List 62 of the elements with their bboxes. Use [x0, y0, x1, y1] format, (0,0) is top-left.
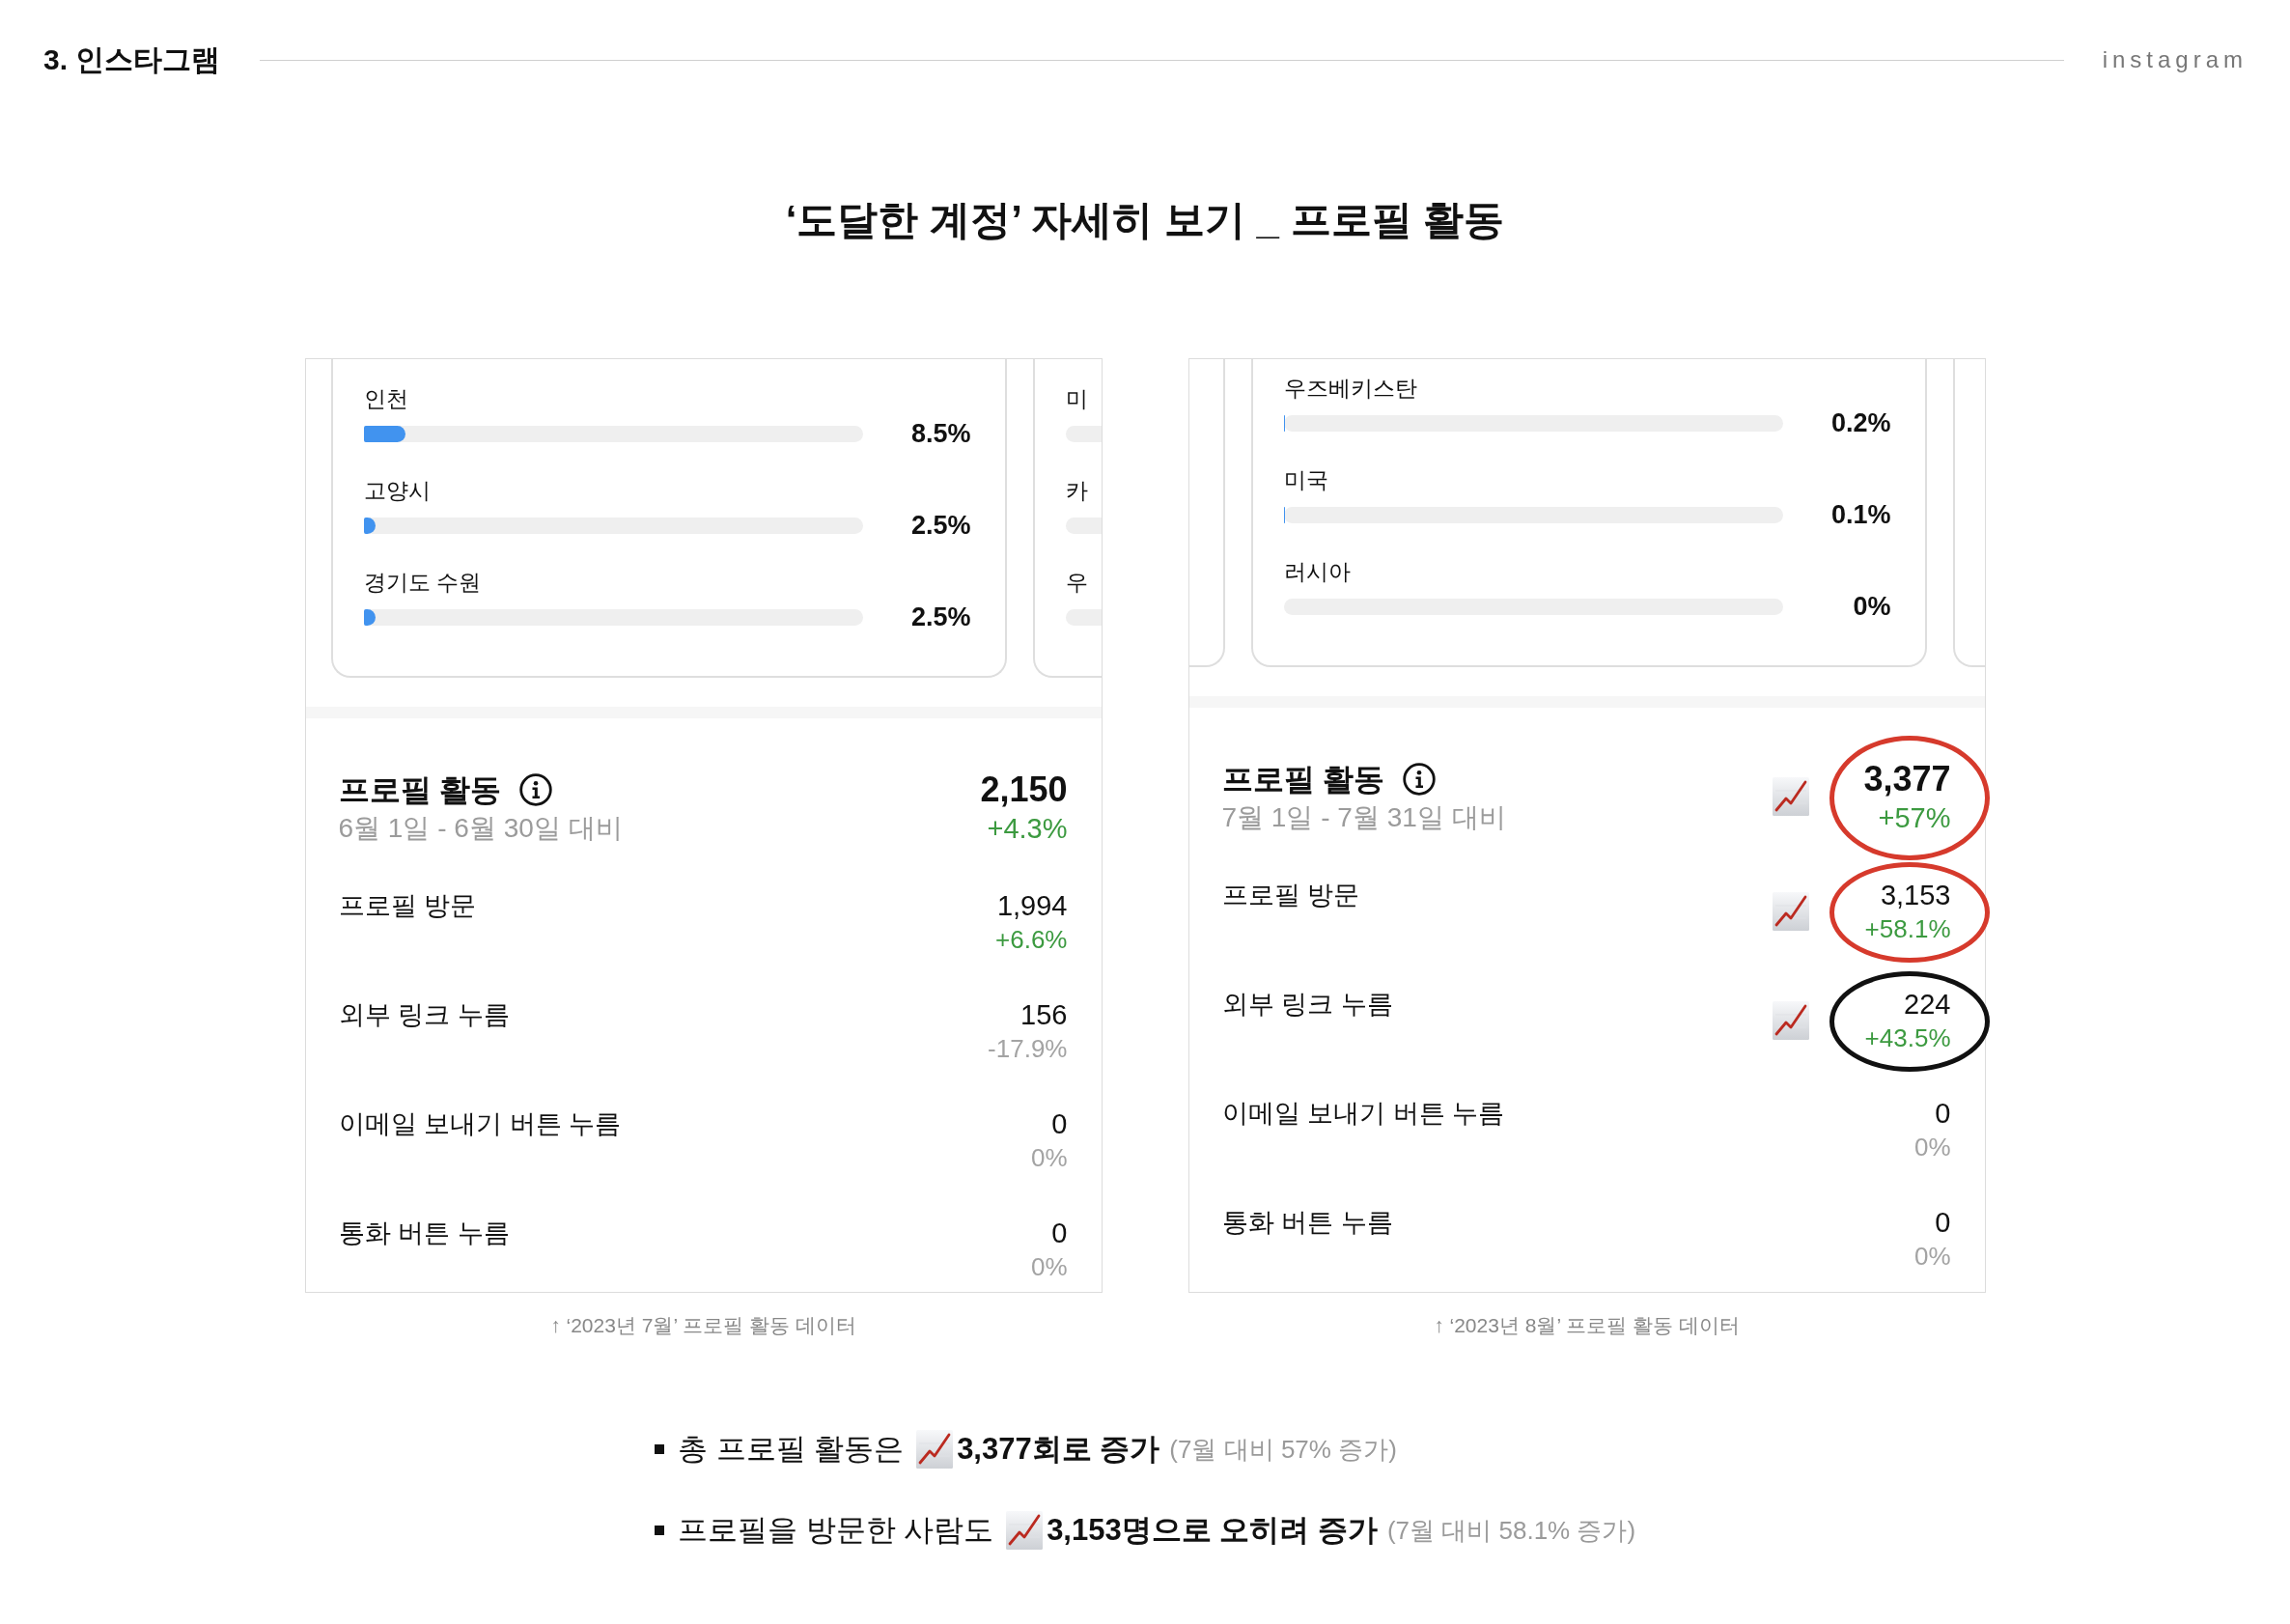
- percent-value: 2.5%: [909, 510, 971, 541]
- change-value: 0%: [1913, 1241, 1951, 1273]
- figure-caption: ↑ ‘2023년 7월’ 프로필 활동 데이터: [550, 1313, 856, 1338]
- total-value: 3,377: [1863, 758, 1951, 800]
- location-label: 인천: [363, 385, 408, 413]
- bullet-icon: [654, 1526, 664, 1535]
- change-value: +6.6%: [995, 924, 1068, 956]
- metric-label: 이메일 보내기 버튼 누름: [1221, 1098, 1505, 1130]
- page-title: ‘도달한 계정’ 자세히 보기 _ 프로필 활동: [785, 196, 1505, 244]
- metric-value: 1,994: [996, 889, 1068, 923]
- metric-value: 156: [1020, 998, 1068, 1032]
- figure-caption: ↑ ‘2023년 8월’ 프로필 활동 데이터: [1434, 1313, 1740, 1338]
- percent-value: 8.5%: [909, 418, 971, 449]
- metric-value: 0: [1051, 1107, 1068, 1141]
- change-value: +57%: [1878, 801, 1951, 835]
- change-value: +58.1%: [1864, 913, 1951, 945]
- change-value: +4.3%: [987, 812, 1068, 846]
- location-label: 우즈베키스탄: [1283, 375, 1417, 403]
- metric-label: 외부 링크 누름: [1221, 989, 1394, 1021]
- summary-text: 프로필을 방문한 사람도: [677, 1512, 994, 1549]
- metric-title: 프로필 활동: [1221, 761, 1385, 798]
- change-value: 0%: [1030, 1251, 1068, 1283]
- location-label: 고양시: [363, 477, 431, 505]
- location-label: 미: [1065, 385, 1088, 413]
- metric-title: 프로필 활동: [338, 771, 502, 809]
- note-text: (7월 대비 58.1% 증가): [1386, 1514, 1636, 1547]
- section-title: 3. 인스타그램: [43, 42, 221, 77]
- change-value: 0%: [1030, 1142, 1068, 1174]
- metric-label: 프로필 방문: [1221, 880, 1360, 911]
- brand-label: instagram: [2102, 46, 2248, 73]
- metric-value: 224: [1904, 988, 1951, 1022]
- metric-value: 0: [1935, 1206, 1951, 1240]
- info-icon: [1403, 763, 1437, 796]
- location-label: 경기도 수원: [363, 569, 481, 597]
- metric-label: 외부 링크 누름: [338, 999, 511, 1031]
- metric-label: 프로필 방문: [338, 890, 477, 922]
- location-label: 우: [1065, 569, 1088, 597]
- metric-label: 이메일 보내기 버튼 누름: [338, 1108, 622, 1140]
- location-label: 카: [1065, 477, 1088, 505]
- metric-value: 0: [1935, 1097, 1951, 1131]
- percent-value: 0.1%: [1829, 499, 1891, 530]
- location-label: 러시아: [1283, 558, 1351, 586]
- date-range-label: 6월 1일 - 6월 30일 대비: [338, 812, 623, 845]
- date-range-label: 7월 1일 - 7월 31일 대비: [1221, 801, 1506, 834]
- metric-label: 통화 버튼 누름: [1221, 1207, 1394, 1239]
- percent-value: 2.5%: [909, 602, 971, 632]
- metric-value: 0: [1051, 1217, 1068, 1250]
- info-icon: [519, 773, 553, 806]
- total-value: 2,150: [980, 769, 1068, 811]
- change-value: -17.9%: [988, 1033, 1068, 1065]
- percent-value: 0%: [1852, 591, 1891, 622]
- change-value: 0%: [1913, 1132, 1951, 1163]
- highlight-text: 3,377회로 증가: [957, 1431, 1160, 1468]
- metric-value: 3,153: [1880, 879, 1951, 912]
- location-label: 미국: [1283, 466, 1328, 494]
- metric-label: 통화 버튼 누름: [338, 1218, 511, 1249]
- summary-text: 총 프로필 활동은: [677, 1431, 905, 1468]
- note-text: (7월 대비 57% 증가): [1169, 1433, 1397, 1466]
- bullet-icon: [654, 1444, 664, 1454]
- highlight-text: 3,153명으로 오히려 증가: [1047, 1512, 1378, 1549]
- change-value: +43.5%: [1864, 1022, 1951, 1054]
- percent-value: 0.2%: [1829, 407, 1891, 438]
